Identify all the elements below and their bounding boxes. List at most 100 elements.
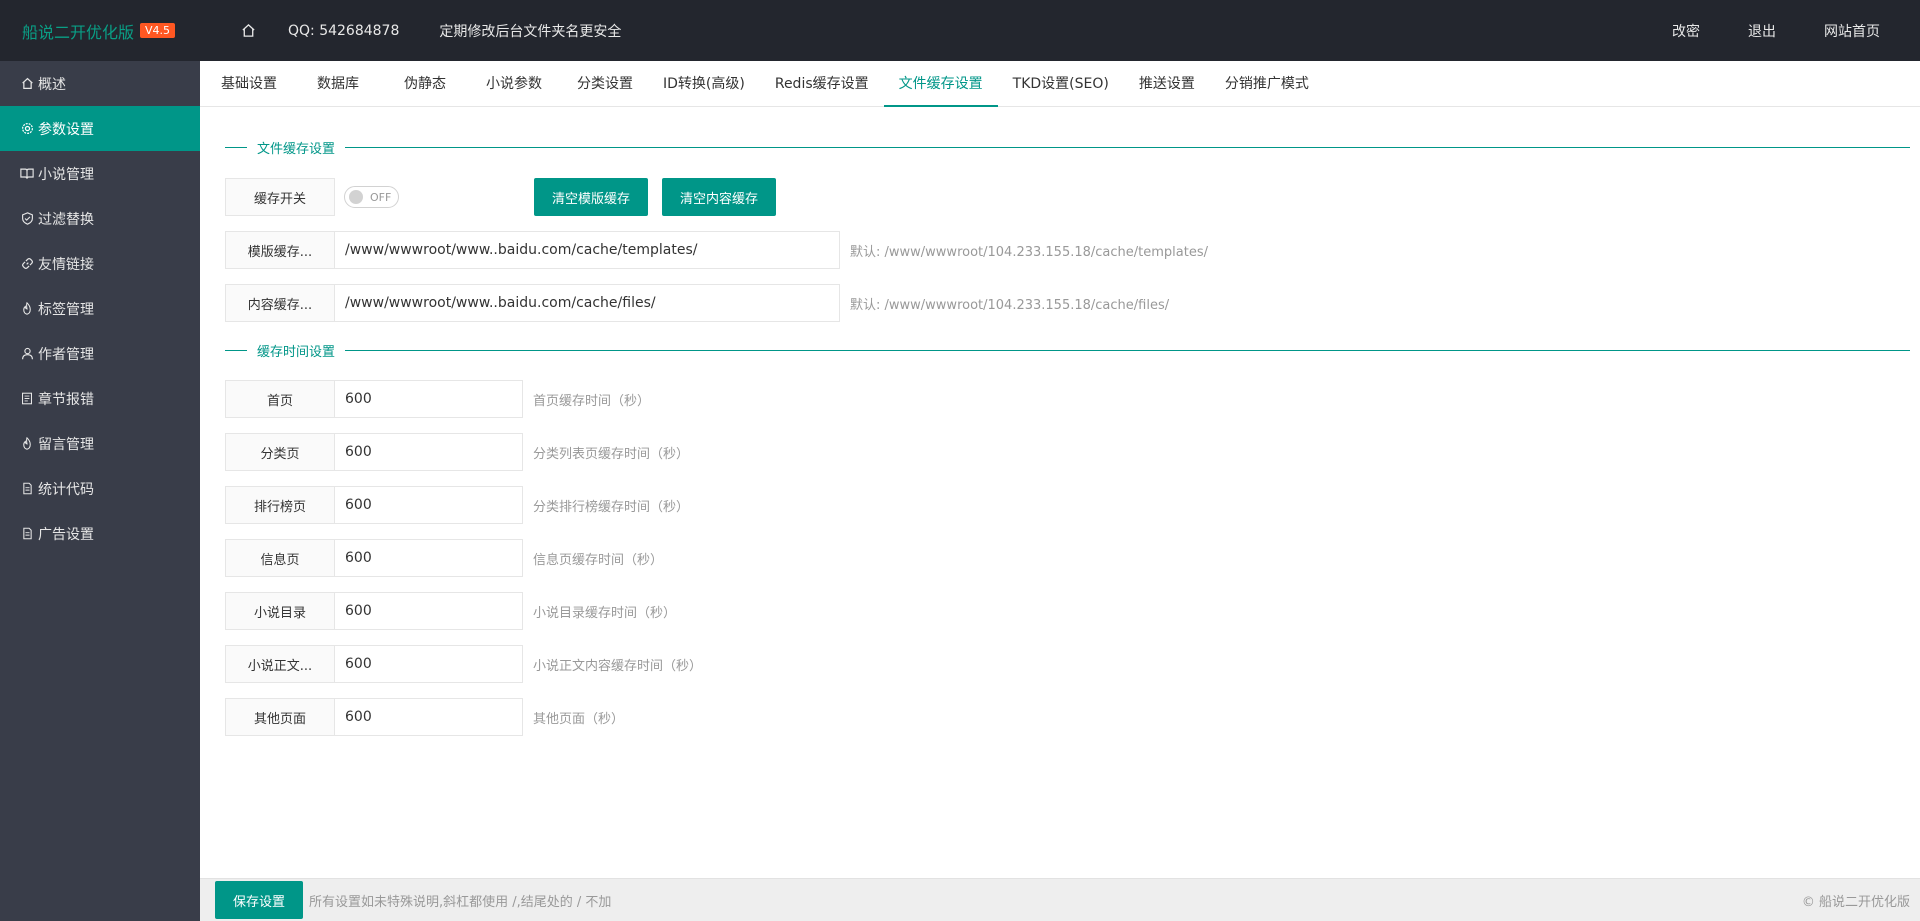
cache-time-label: 小说目录 — [225, 592, 335, 630]
cache-switch-toggle[interactable]: OFF — [344, 186, 399, 208]
cache-time-input[interactable]: 600 — [335, 486, 523, 524]
cache-time-hint: 小说目录缓存时间（秒） — [533, 605, 677, 621]
section-title-text: 缓存时间设置 — [257, 344, 336, 360]
content-cache-path-label: 内容缓存... — [225, 284, 335, 322]
tab-database[interactable]: 数据库 — [292, 60, 384, 106]
section-cache-time-title: 缓存时间设置 — [225, 340, 1910, 360]
logo-text: 船说二开优化版 — [22, 22, 135, 42]
book-icon — [20, 167, 34, 181]
link-icon — [20, 257, 34, 271]
sidebar-item-chapter-reports[interactable]: 章节报错 — [0, 376, 200, 421]
toggle-knob — [349, 190, 363, 204]
tab-id-convert[interactable]: ID转换(高级) — [648, 60, 760, 106]
cache-time-label: 其他页面 — [225, 698, 335, 736]
sidebar-item-novels[interactable]: 小说管理 — [0, 151, 200, 196]
cache-time-input[interactable]: 600 — [335, 645, 523, 683]
tab-redis-cache[interactable]: Redis缓存设置 — [760, 60, 884, 106]
report-icon — [20, 392, 34, 406]
template-cache-path-label: 模版缓存... — [225, 231, 335, 269]
cache-time-input[interactable]: 600 — [335, 380, 523, 418]
cache-time-input[interactable]: 600 — [335, 698, 523, 736]
template-cache-path-hint: 默认: /www/wwwroot/104.233.155.18/cache/te… — [850, 244, 1208, 260]
template-cache-path-row: 模版缓存... /www/wwwroot/www..baidu.com/cach… — [225, 231, 1208, 269]
content-cache-path-row: 内容缓存... /www/wwwroot/www..baidu.com/cach… — [225, 284, 1169, 322]
gear-icon — [20, 122, 34, 136]
fire-icon — [20, 302, 34, 316]
tab-distribution[interactable]: 分销推广模式 — [1210, 60, 1324, 106]
sidebar-item-overview[interactable]: 概述 — [0, 61, 200, 106]
content-cache-path-hint: 默认: /www/wwwroot/104.233.155.18/cache/fi… — [850, 297, 1170, 313]
cache-time-input[interactable]: 600 — [335, 592, 523, 630]
cache-time-label: 小说正文... — [225, 645, 335, 683]
fire-icon — [20, 437, 34, 451]
sidebar-item-settings[interactable]: 参数设置 — [0, 106, 200, 151]
cache-time-hint: 其他页面（秒） — [533, 711, 625, 727]
cache-time-label: 分类页 — [225, 433, 335, 471]
save-settings-button[interactable]: 保存设置 — [215, 881, 304, 919]
footer-note: 所有设置如未特殊说明,斜杠都使用 /,结尾处的 / 不加 — [309, 894, 612, 910]
file-icon — [20, 482, 34, 496]
home-icon — [20, 77, 34, 91]
cache-time-row-ranking: 排行榜页 600 分类排行榜缓存时间（秒） — [225, 486, 689, 524]
template-cache-path-input[interactable]: /www/wwwroot/www..baidu.com/cache/templa… — [335, 231, 840, 269]
home-icon[interactable] — [238, 21, 258, 41]
sidebar-item-label: 留言管理 — [38, 436, 94, 453]
sidebar: 概述 参数设置 小说管理 过滤替换 友情链接 标签管理 作者管理 章节报错 留言… — [0, 61, 200, 921]
tab-tkd-seo[interactable]: TKD设置(SEO) — [998, 60, 1124, 106]
sidebar-item-label: 标签管理 — [38, 301, 94, 318]
sidebar-item-label: 章节报错 — [38, 391, 94, 408]
sidebar-item-label: 参数设置 — [38, 121, 94, 138]
logout-link[interactable]: 退出 — [1748, 21, 1776, 41]
content-cache-path-input[interactable]: /www/wwwroot/www..baidu.com/cache/files/ — [335, 284, 840, 322]
cache-time-hint: 分类排行榜缓存时间（秒） — [533, 499, 690, 515]
sidebar-item-messages[interactable]: 留言管理 — [0, 421, 200, 466]
tab-file-cache[interactable]: 文件缓存设置 — [883, 60, 998, 107]
cache-time-input[interactable]: 600 — [335, 433, 523, 471]
top-header: 船说二开优化版 V4.5 QQ: 542684878 定期修改后台文件夹名更安全… — [0, 0, 1920, 61]
toggle-state-text: OFF — [370, 190, 392, 204]
tab-category[interactable]: 分类设置 — [562, 60, 648, 106]
cache-time-row-catalog: 小说目录 600 小说目录缓存时间（秒） — [225, 592, 676, 630]
sidebar-item-tags[interactable]: 标签管理 — [0, 286, 200, 331]
site-home-link[interactable]: 网站首页 — [1824, 21, 1880, 41]
tab-novel-params[interactable]: 小说参数 — [466, 60, 562, 106]
user-icon — [20, 347, 34, 361]
clear-content-cache-button[interactable]: 清空内容缓存 — [662, 178, 777, 216]
tab-rewrite[interactable]: 伪静态 — [384, 60, 466, 106]
section-title-text: 文件缓存设置 — [257, 141, 336, 157]
change-password-link[interactable]: 改密 — [1672, 21, 1700, 41]
sidebar-item-label: 过滤替换 — [38, 211, 94, 228]
cache-time-hint: 分类列表页缓存时间（秒） — [533, 446, 690, 462]
section-file-cache-title: 文件缓存设置 — [225, 137, 1910, 157]
cache-time-label: 首页 — [225, 380, 335, 418]
sidebar-item-stats-code[interactable]: 统计代码 — [0, 466, 200, 511]
qq-contact: QQ: 542684878 — [288, 22, 400, 39]
sidebar-item-authors[interactable]: 作者管理 — [0, 331, 200, 376]
cache-time-label: 排行榜页 — [225, 486, 335, 524]
tab-basic[interactable]: 基础设置 — [206, 60, 292, 106]
sidebar-item-ads[interactable]: 广告设置 — [0, 511, 200, 556]
cache-time-row-info: 信息页 600 信息页缓存时间（秒） — [225, 539, 663, 577]
cache-time-input[interactable]: 600 — [335, 539, 523, 577]
cache-time-row-category: 分类页 600 分类列表页缓存时间（秒） — [225, 433, 689, 471]
cache-time-label: 信息页 — [225, 539, 335, 577]
copyright: © 船说二开优化版 — [1801, 894, 1910, 910]
sidebar-item-label: 统计代码 — [38, 481, 94, 498]
clear-template-cache-button[interactable]: 清空模版缓存 — [534, 178, 649, 216]
sidebar-item-label: 概述 — [38, 76, 66, 93]
shield-icon — [20, 212, 34, 226]
settings-tabs: 基础设置 数据库 伪静态 小说参数 分类设置 ID转换(高级) Redis缓存设… — [200, 61, 1920, 107]
cache-switch-row: 缓存开关 OFF 清空模版缓存 清空内容缓存 — [225, 178, 777, 216]
main-content: 基础设置 数据库 伪静态 小说参数 分类设置 ID转换(高级) Redis缓存设… — [200, 61, 1920, 921]
cache-time-row-other: 其他页面 600 其他页面（秒） — [225, 698, 624, 736]
sidebar-item-label: 广告设置 — [38, 526, 94, 543]
logo[interactable]: 船说二开优化版 V4.5 — [22, 0, 176, 61]
sidebar-item-label: 作者管理 — [38, 346, 94, 363]
tab-push[interactable]: 推送设置 — [1124, 60, 1210, 106]
sidebar-item-label: 友情链接 — [38, 256, 94, 273]
sidebar-item-filter[interactable]: 过滤替换 — [0, 196, 200, 241]
sidebar-item-label: 小说管理 — [38, 166, 94, 183]
cache-time-hint: 小说正文内容缓存时间（秒） — [533, 658, 703, 674]
cache-time-hint: 首页缓存时间（秒） — [533, 393, 651, 409]
sidebar-item-links[interactable]: 友情链接 — [0, 241, 200, 286]
